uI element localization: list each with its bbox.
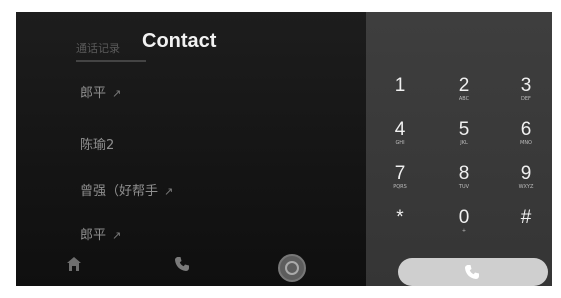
home-icon[interactable] xyxy=(66,256,82,277)
key-digit: 3 xyxy=(520,75,532,96)
key-letters: WXYZ xyxy=(518,184,534,190)
contacts-panel: 通话记录 Contact 郎平 ↗ 陈瑜2 曾强（好帮手 ↗ 郎平 ↗ xyxy=(16,12,366,286)
contact-item[interactable]: 曾强（好帮手 ↗ xyxy=(80,180,173,199)
contact-name: 郎平 xyxy=(80,228,107,243)
phone-icon xyxy=(465,265,479,279)
bottom-nav xyxy=(16,248,366,286)
key-digit: 0 xyxy=(458,207,470,228)
tab-underline xyxy=(76,60,146,62)
outgoing-arrow-icon: ↗ xyxy=(112,87,122,100)
dialpad-circle-icon[interactable] xyxy=(278,254,306,282)
key-letters: MNO xyxy=(520,140,532,146)
outgoing-arrow-icon: ↗ xyxy=(112,229,122,242)
key-letters: DEF xyxy=(521,96,531,102)
key-letters: ABC xyxy=(458,96,470,102)
key-letters xyxy=(380,96,420,103)
contact-item[interactable]: 郎平 ↗ xyxy=(80,224,121,243)
key-digit: 8 xyxy=(458,163,470,184)
phone-icon[interactable] xyxy=(174,256,190,277)
key-letters: TUV xyxy=(458,184,470,190)
key-hash[interactable]: # xyxy=(506,208,546,235)
call-button[interactable] xyxy=(398,258,548,286)
contact-name: 陈瑜2 xyxy=(80,138,115,153)
outgoing-arrow-icon: ↗ xyxy=(164,185,174,198)
key-letters: PQRS xyxy=(393,184,407,190)
key-0[interactable]: 0 + xyxy=(444,208,484,235)
key-digit: * xyxy=(396,207,404,228)
key-digit: 6 xyxy=(520,119,532,140)
key-letters: JKL xyxy=(460,140,468,146)
tab-recent-calls[interactable]: 通话记录 xyxy=(76,40,120,56)
phone-screen: 通话记录 Contact 郎平 ↗ 陈瑜2 曾强（好帮手 ↗ 郎平 ↗ 1 2 … xyxy=(16,12,552,286)
key-letters xyxy=(506,228,546,235)
key-8[interactable]: 8 TUV xyxy=(444,164,484,191)
key-digit: 2 xyxy=(458,75,470,96)
contact-item[interactable]: 陈瑜2 xyxy=(80,134,120,153)
key-6[interactable]: 6 MNO xyxy=(506,120,546,147)
key-5[interactable]: 5 JKL xyxy=(444,120,484,147)
key-letters xyxy=(380,228,420,235)
key-star[interactable]: * xyxy=(380,208,420,235)
key-2[interactable]: 2 ABC xyxy=(444,76,484,103)
dialpad-panel: 1 2 ABC 3 DEF 4 GHI 5 JKL 6 MNO 7 PQRS 8 TUV 9W… xyxy=(366,12,552,286)
key-digit: 5 xyxy=(458,119,470,140)
key-digit: 1 xyxy=(394,75,406,96)
key-9[interactable]: 9 WXYZ xyxy=(506,164,546,191)
key-letters: GHI xyxy=(395,140,405,146)
key-digit: # xyxy=(520,207,532,228)
key-1[interactable]: 1 xyxy=(380,76,420,103)
key-letters: + xyxy=(461,228,467,234)
key-digit: 9 xyxy=(520,163,532,184)
contact-name: 郎平 xyxy=(80,86,107,101)
key-7[interactable]: 7 PQRS xyxy=(380,164,420,191)
key-4[interactable]: 4 GHI xyxy=(380,120,420,147)
contact-name: 曾强（好帮手 xyxy=(80,184,159,199)
page-title: Contact xyxy=(142,30,217,52)
key-digit: 4 xyxy=(394,119,406,140)
key-3[interactable]: 3 DEF xyxy=(506,76,546,103)
key-digit: 7 xyxy=(394,163,406,184)
contact-item[interactable]: 郎平 ↗ xyxy=(80,82,121,101)
